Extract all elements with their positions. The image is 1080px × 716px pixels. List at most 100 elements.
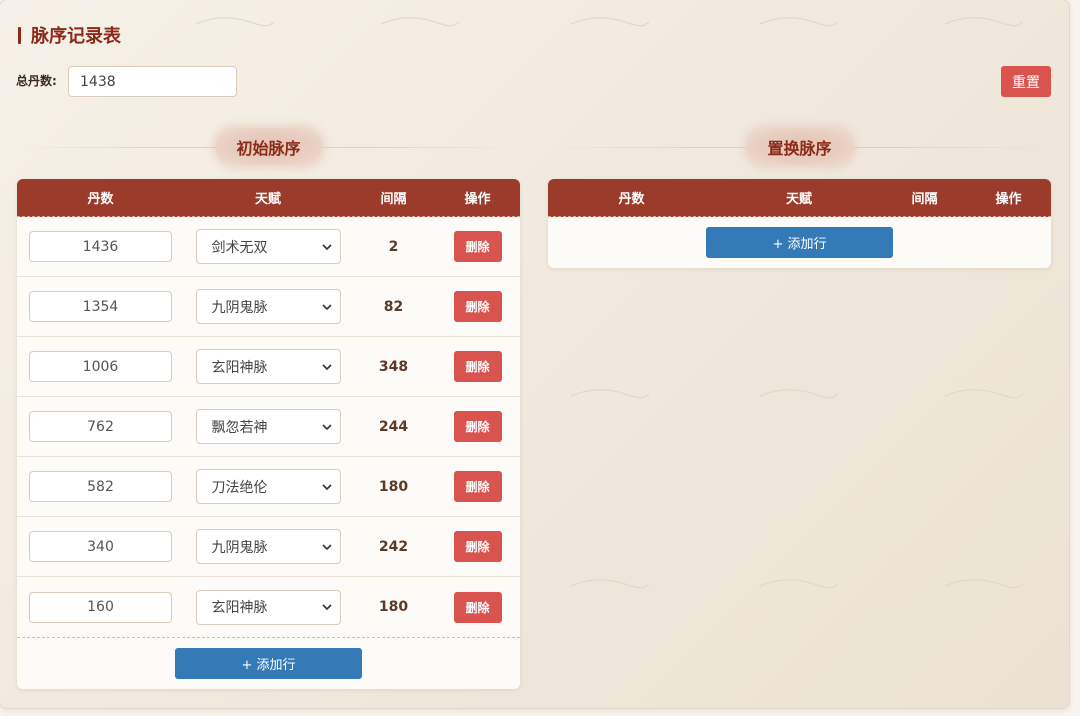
column-header-interval: 间隔 — [380, 192, 407, 207]
dan-input[interactable] — [29, 591, 172, 623]
talent-cell: 玄阳神脉 — [184, 577, 352, 637]
chevron-down-icon — [321, 543, 332, 550]
delete-row-button[interactable]: 删除 — [453, 471, 502, 502]
wave-decoration — [570, 579, 650, 589]
talent-cell: 九阴鬼脉 — [184, 517, 352, 576]
add-row-button[interactable]: + 添加行 — [706, 227, 893, 258]
action-cell: 删除 — [435, 577, 520, 637]
interval-cell: 242 — [352, 517, 435, 576]
action-cell: 删除 — [435, 277, 520, 336]
talent-select[interactable]: 玄阳神脉 — [195, 589, 341, 625]
table-footer: + 添加行 — [548, 217, 1051, 268]
table-row: 飘忽若神 244 删除 — [17, 397, 520, 457]
delete-row-button[interactable]: 删除 — [453, 231, 502, 262]
interval-cell: 82 — [352, 277, 435, 336]
dan-input[interactable] — [29, 291, 172, 322]
delete-row-button[interactable]: 删除 — [453, 591, 502, 623]
table-row: 九阴鬼脉 242 删除 — [17, 517, 520, 577]
page-title: 脉序记录表 — [18, 23, 121, 47]
talent-select-value: 剑术无双 — [211, 239, 268, 256]
talent-select-value: 飘忽若神 — [211, 419, 268, 436]
chevron-down-icon — [321, 363, 332, 370]
talent-select-value: 玄阳神脉 — [211, 600, 268, 616]
column-header-action: 操作 — [995, 192, 1022, 207]
delete-row-button[interactable]: 删除 — [453, 351, 502, 382]
talent-select[interactable]: 飘忽若神 — [195, 409, 341, 444]
wave-decoration — [380, 17, 460, 27]
dan-cell — [17, 577, 184, 637]
dan-input[interactable] — [29, 231, 172, 262]
interval-value: 180 — [378, 478, 409, 495]
table-row: 剑术无双 2 删除 — [17, 217, 520, 277]
delete-row-button[interactable]: 删除 — [453, 531, 502, 562]
interval-cell: 180 — [352, 577, 435, 637]
add-row-button[interactable]: + 添加行 — [175, 648, 362, 679]
replacement-section: 置换脉序 丹数 天赋 间隔 操作 + 添加行 — [548, 128, 1051, 268]
wave-decoration — [759, 389, 839, 399]
talent-select[interactable]: 九阴鬼脉 — [195, 529, 341, 564]
table-row: 刀法绝伦 180 删除 — [17, 457, 520, 517]
interval-value: 82 — [383, 298, 404, 315]
table-row: 玄阳神脉 348 删除 — [17, 337, 520, 397]
title-bar-icon — [18, 26, 21, 44]
action-cell: 删除 — [435, 457, 520, 516]
talent-select-value: 九阴鬼脉 — [211, 539, 268, 556]
column-header-dan: 丹数 — [87, 192, 114, 207]
talent-select[interactable]: 剑术无双 — [195, 229, 341, 264]
replacement-section-header: 置换脉序 — [548, 128, 1051, 165]
talent-cell: 九阴鬼脉 — [184, 277, 352, 336]
wave-decoration — [759, 579, 839, 589]
table-body: 剑术无双 2 删除 九阴鬼脉 82 删除 玄阳神脉 348 删除 — [17, 217, 520, 637]
talent-select[interactable]: 玄阳神脉 — [195, 349, 341, 384]
dan-cell — [17, 337, 184, 396]
total-dan-input[interactable] — [68, 66, 237, 97]
wave-decoration — [570, 17, 650, 27]
wave-decoration — [944, 579, 1024, 589]
talent-select-value: 玄阳神脉 — [211, 359, 268, 376]
dan-input[interactable] — [29, 531, 172, 562]
talent-cell: 玄阳神脉 — [184, 337, 352, 396]
chevron-down-icon — [321, 604, 332, 610]
interval-value: 242 — [378, 538, 409, 555]
interval-value: 2 — [388, 238, 399, 255]
chevron-down-icon — [321, 423, 332, 430]
wave-decoration — [944, 17, 1024, 27]
replacement-section-title: 置换脉序 — [746, 128, 853, 165]
delete-row-button[interactable]: 删除 — [453, 291, 502, 322]
interval-value: 244 — [378, 418, 409, 435]
action-cell: 删除 — [435, 517, 520, 576]
wave-decoration — [570, 389, 650, 399]
wave-decoration — [195, 17, 275, 27]
dan-input[interactable] — [29, 351, 172, 382]
dan-input[interactable] — [29, 471, 172, 502]
talent-cell: 刀法绝伦 — [184, 457, 352, 516]
wave-decoration — [944, 389, 1024, 399]
page-title-text: 脉序记录表 — [31, 26, 121, 47]
dan-cell — [17, 397, 184, 456]
talent-select[interactable]: 刀法绝伦 — [195, 469, 341, 504]
interval-cell: 244 — [352, 397, 435, 456]
dan-cell — [17, 217, 184, 276]
delete-row-button[interactable]: 删除 — [453, 411, 502, 442]
action-cell: 删除 — [435, 337, 520, 396]
initial-section-header: 初始脉序 — [17, 128, 520, 165]
interval-cell: 2 — [352, 217, 435, 276]
initial-section-title: 初始脉序 — [215, 128, 322, 165]
table-footer: + 添加行 — [17, 637, 520, 689]
replacement-table: 丹数 天赋 间隔 操作 + 添加行 — [548, 179, 1051, 268]
table-row: 玄阳神脉 180 删除 — [17, 577, 520, 637]
talent-select[interactable]: 九阴鬼脉 — [195, 289, 341, 324]
dan-cell — [17, 457, 184, 516]
talent-cell: 剑术无双 — [184, 217, 352, 276]
total-dan-label: 总丹数: — [16, 74, 57, 88]
chevron-down-icon — [321, 303, 332, 310]
dan-cell — [17, 277, 184, 336]
dan-input[interactable] — [29, 411, 172, 442]
initial-table: 丹数 天赋 间隔 操作 剑术无双 2 删除 九阴鬼脉 82 删除 — [17, 179, 520, 689]
main-card: 脉序记录表 总丹数: 重置 初始脉序 丹数 天赋 间隔 操作 剑术无双 2 删除 — [0, 0, 1070, 709]
talent-select-value: 九阴鬼脉 — [211, 299, 268, 316]
action-cell: 删除 — [435, 217, 520, 276]
table-header: 丹数 天赋 间隔 操作 — [17, 179, 520, 217]
table-row: 九阴鬼脉 82 删除 — [17, 277, 520, 337]
reset-button[interactable]: 重置 — [1001, 66, 1051, 97]
